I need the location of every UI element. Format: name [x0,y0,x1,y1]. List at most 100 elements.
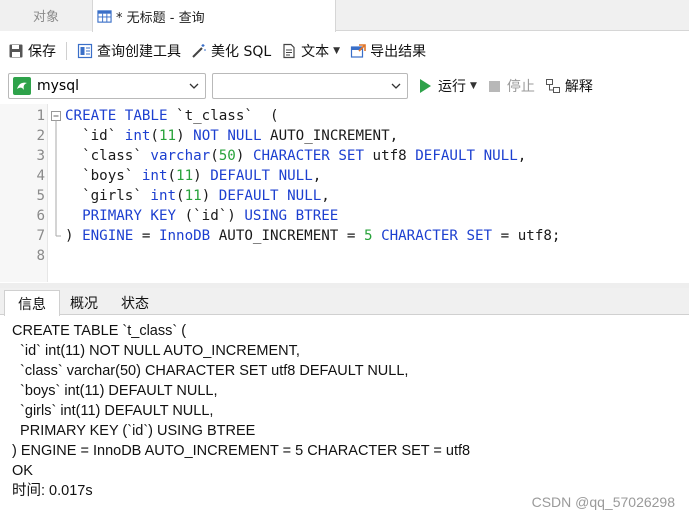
line-number: 7 [36,228,45,244]
code-token: ) [235,148,253,164]
code-token: InnoDB [158,228,211,244]
toolbar: 保存 查询创建工具 美化 SQL 文本 ▼ 导出结果 [0,32,689,69]
code-token: (`id`) [184,208,245,224]
line-number: 1 [36,108,45,124]
code-token: `girls` [65,188,151,204]
save-label: 保存 [28,43,56,60]
export-results-label: 导出结果 [370,43,427,60]
output-line: PRIMARY KEY (`id`) USING BTREE [12,423,256,439]
line-number: 6 [36,208,45,224]
code-token: NOT NULL [193,128,262,144]
code-token: , [321,188,330,204]
code-token: varchar [150,148,211,164]
line-number: 5 [36,188,45,204]
output-status: OK [12,463,33,479]
stop-button[interactable]: 停止 [488,76,535,96]
output-elapsed-time: 时间: 0.017s [12,483,93,499]
line-number: 8 [36,248,45,264]
save-icon [9,44,23,57]
tab-info-label: 信息 [18,296,46,313]
editor-line: 3 `class` varchar(50) CHARACTER SET utf8… [0,146,689,166]
query-table-icon [97,9,112,23]
explain-icon [545,79,560,93]
result-tab-bar: 信息 概况 状态 [0,288,689,316]
code-token: ) [201,188,219,204]
chevron-down-icon[interactable]: ▼ [470,81,477,91]
code-token: `boys` [65,168,142,184]
tab-info[interactable]: 信息 [4,290,60,316]
text-button[interactable]: 文本 ▼ [281,39,340,63]
export-results-button[interactable]: 导出结果 [350,39,426,63]
tab-objects-label: 对象 [32,10,59,25]
stop-icon [488,80,500,92]
code-token: AUTO_INCREMENT = [210,228,364,244]
run-label: 运行 [438,79,466,95]
code-token: 5 [363,228,373,244]
explain-button[interactable]: 解释 [545,76,593,96]
connection-select[interactable]: mysql [8,73,206,99]
output-line: ) ENGINE = InnoDB AUTO_INCREMENT = 5 CHA… [12,443,471,459]
fold-guide-icon [55,146,57,166]
tab-query[interactable]: * 无标题 - 查询 [92,0,336,32]
fold-toggle-icon[interactable] [50,106,62,126]
code-token: , [517,148,527,164]
code-text: `id` int(11) NOT NULL AUTO_INCREMENT, [65,126,398,146]
code-text: ) ENGINE = InnoDB AUTO_INCREMENT = 5 CHA… [65,226,560,246]
fold-guide-icon [55,126,57,146]
code-text: `girls` int(11) DEFAULT NULL, [65,186,330,206]
code-token: ( [150,128,159,144]
stop-label: 停止 [506,79,535,95]
code-token: DEFAULT NULL [210,168,313,184]
tab-overview[interactable]: 概况 [60,290,108,315]
chevron-down-icon [391,83,401,89]
chevron-down-icon [189,83,199,89]
beautify-sql-button[interactable]: 美化 SQL [191,39,271,63]
tab-query-label: * 无标题 - 查询 [116,10,205,26]
connection-select-value: mysql [37,78,79,94]
code-text: CREATE TABLE `t_class` ( [65,106,279,126]
play-icon [420,79,431,93]
line-number: 2 [36,128,45,144]
save-button[interactable]: 保存 [8,39,56,63]
fold-guide-icon [55,166,57,186]
code-token: AUTO_INCREMENT, [261,128,399,144]
code-token: `id` [65,128,125,144]
output-line: `girls` int(11) DEFAULT NULL, [12,403,214,419]
run-button[interactable]: 运行 ▼ [420,76,477,96]
beautify-sql-label: 美化 SQL [211,43,272,60]
code-token: USING BTREE [244,208,339,224]
mysql-connection-icon [13,77,31,95]
fold-guide-icon [55,186,57,206]
query-builder-icon [77,43,93,58]
code-text: `class` varchar(50) CHARACTER SET utf8 D… [65,146,526,166]
code-token: CHARACTER SET [381,228,493,244]
code-token: = utf8; [492,228,561,244]
query-builder-label: 查询创建工具 [97,43,181,60]
query-builder-button[interactable]: 查询创建工具 [77,39,181,63]
code-token: DEFAULT NULL [415,148,518,164]
editor-line: 2 `id` int(11) NOT NULL AUTO_INCREMENT, [0,126,689,146]
code-token: CREATE TABLE [65,108,177,124]
message-output: CREATE TABLE `t_class` ( `id` int(11) NO… [0,316,689,519]
code-token: 11 [184,188,202,204]
editor-line: 5 `girls` int(11) DEFAULT NULL, [0,186,689,206]
tab-objects[interactable]: 对象 [0,0,92,31]
code-token: int [124,128,151,144]
code-token: `class` [65,148,151,164]
connection-bar: mysql 运行 ▼ 停止 解释 [0,69,689,103]
output-line: CREATE TABLE `t_class` ( [12,323,187,339]
sql-editor[interactable]: 1 CREATE TABLE `t_class` (2 `id` int(11) … [0,104,689,282]
chevron-down-icon: ▼ [333,45,341,56]
editor-line: 8 [0,246,689,266]
database-select[interactable] [212,73,408,99]
editor-line: 1 CREATE TABLE `t_class` ( [0,106,689,126]
tab-overview-label: 概况 [70,295,98,312]
code-token: ) [193,168,211,184]
code-token: , [312,168,322,184]
code-token: DEFAULT NULL [218,188,322,204]
code-token: ( [210,148,219,164]
tab-status[interactable]: 状态 [110,290,160,315]
code-token: ENGINE [82,228,134,244]
line-number: 4 [36,168,45,184]
